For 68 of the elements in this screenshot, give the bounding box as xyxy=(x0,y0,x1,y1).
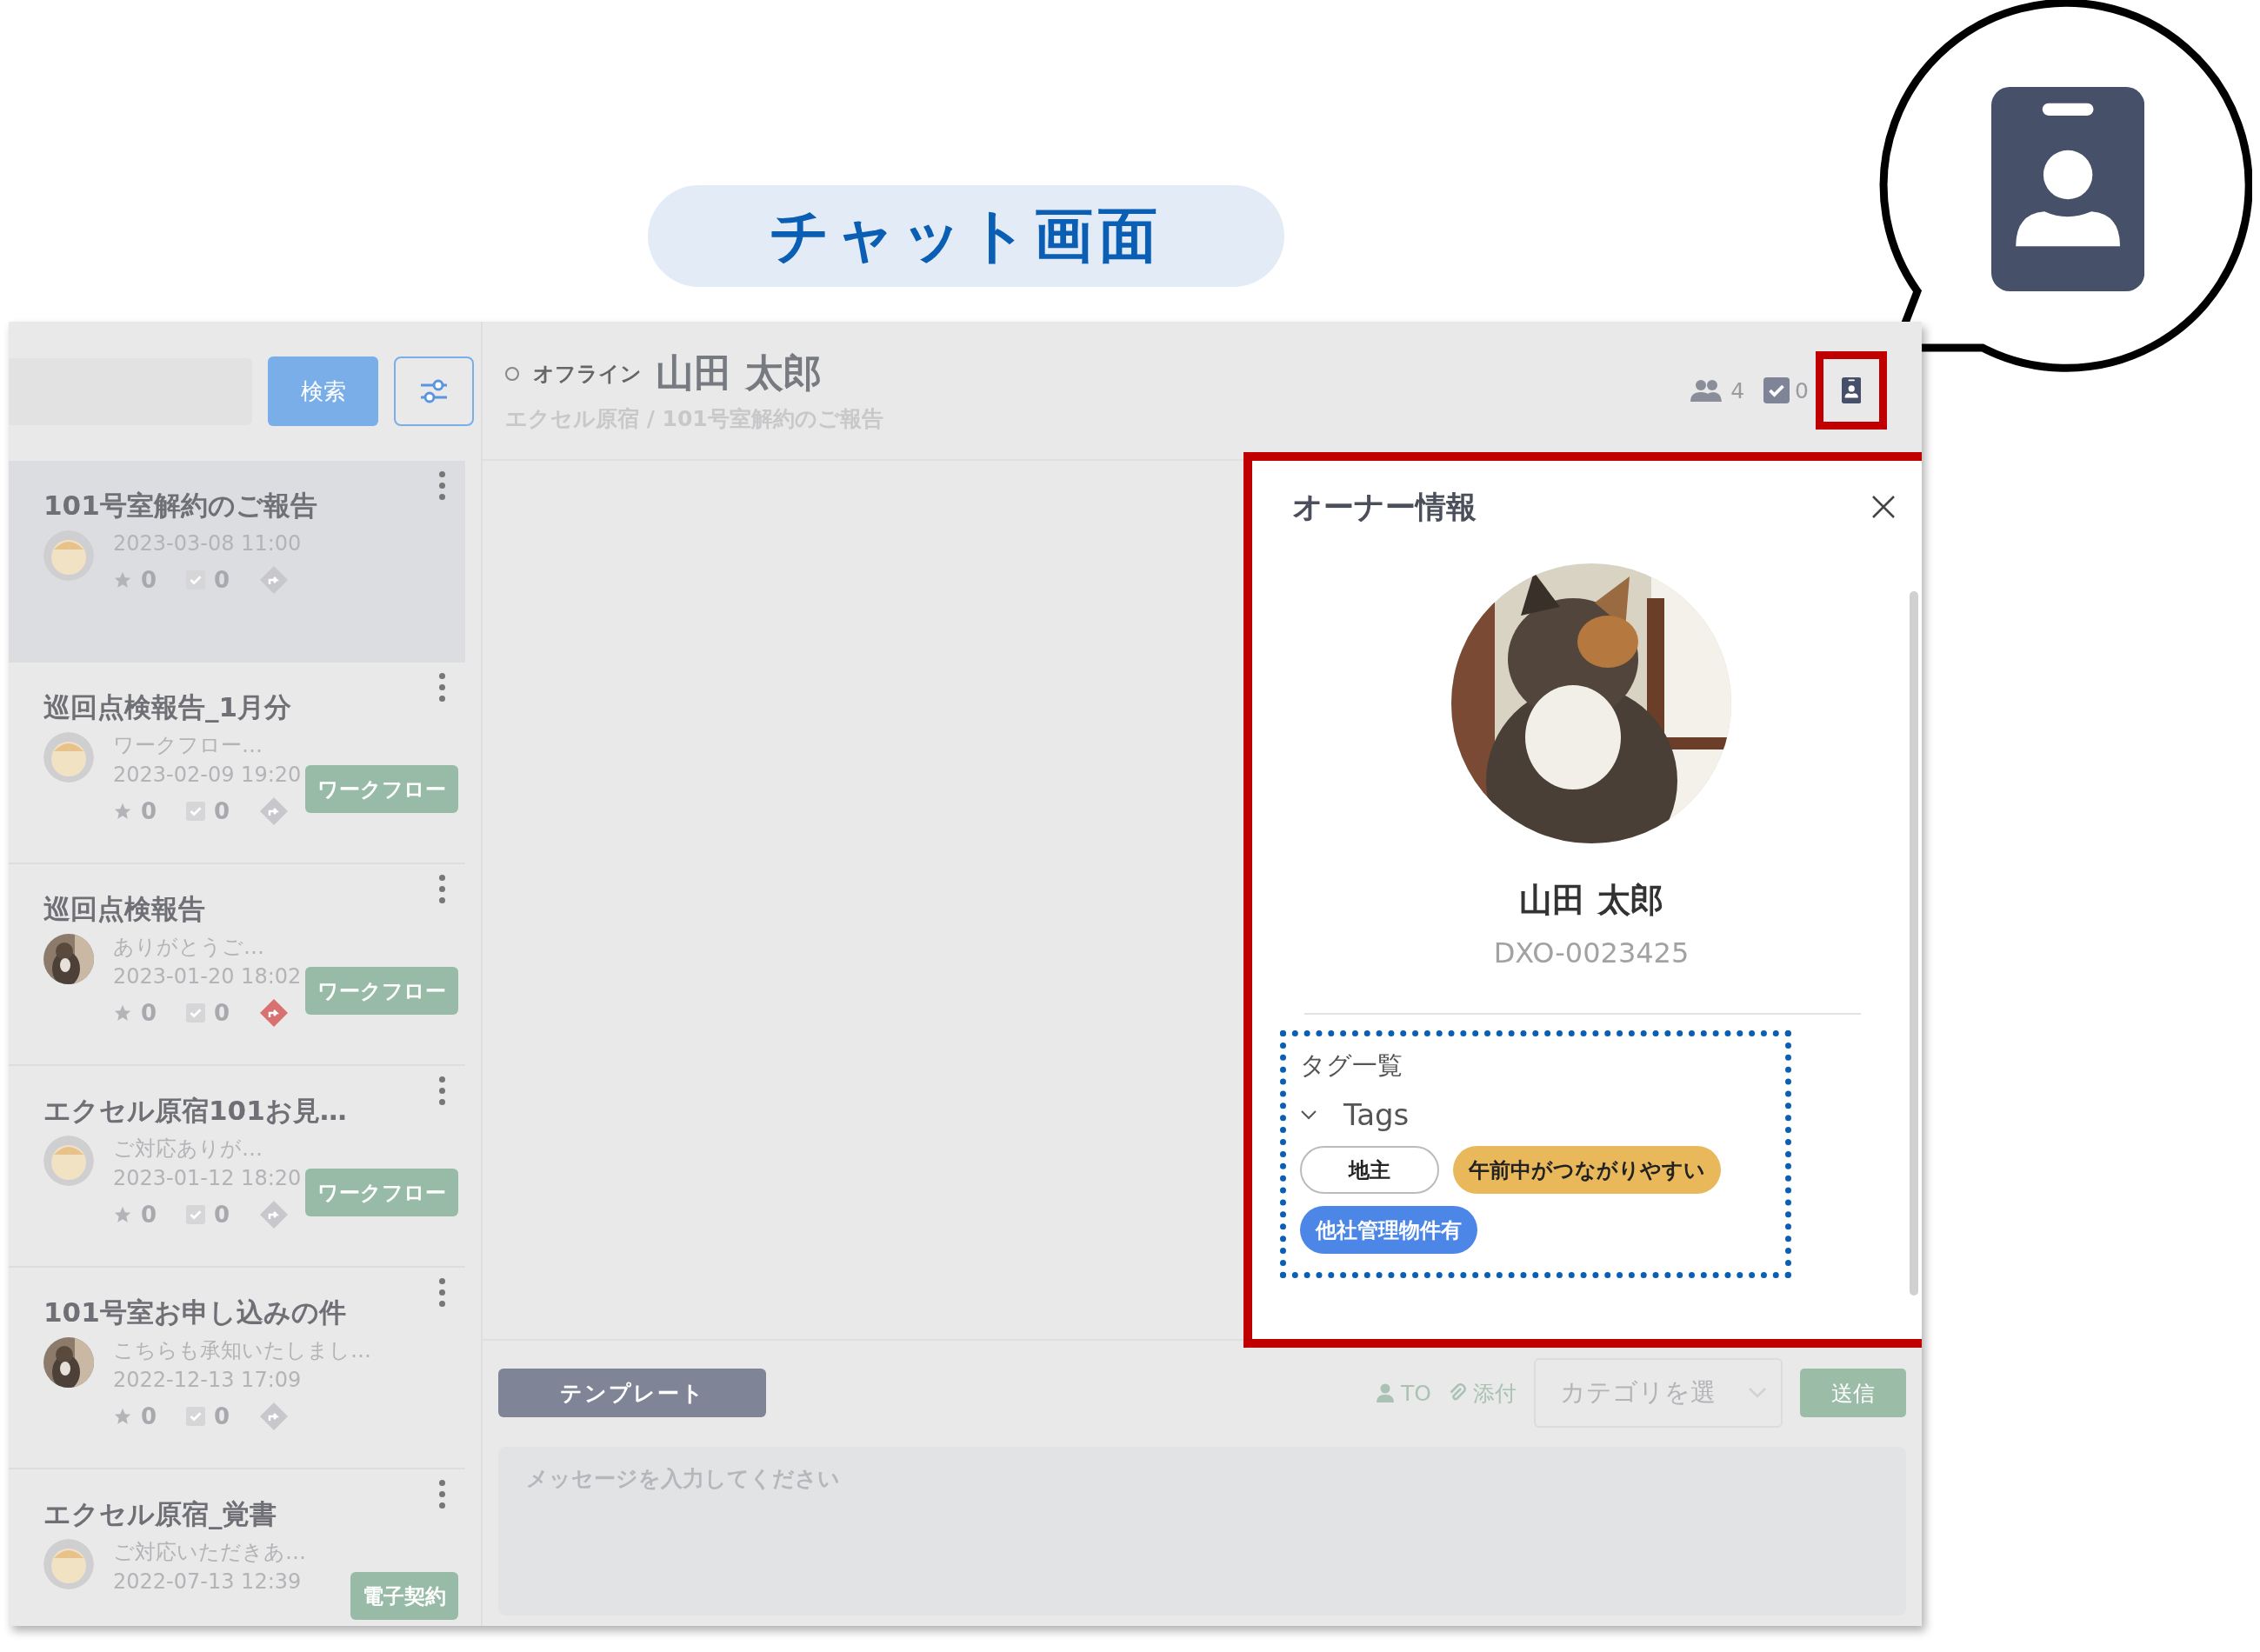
star-count: 0 xyxy=(141,1000,157,1026)
task-count: 0 xyxy=(1795,377,1809,403)
filter-button[interactable] xyxy=(394,356,474,426)
close-icon[interactable] xyxy=(1871,495,1896,519)
thread-title: 101号室解約のご報告 xyxy=(43,489,318,522)
star-count: 0 xyxy=(141,1202,157,1228)
to-link[interactable]: TO xyxy=(1377,1380,1431,1406)
people-icon xyxy=(1690,379,1723,402)
workflow-tag[interactable]: ワークフロー xyxy=(305,765,458,813)
star-icon xyxy=(113,1407,132,1426)
more-icon[interactable] xyxy=(437,673,446,702)
thread-title: 巡回点検報告 xyxy=(43,892,206,925)
avatar-icon xyxy=(43,732,94,783)
more-icon[interactable] xyxy=(437,875,446,903)
star-count: 0 xyxy=(141,798,157,824)
thread-title: エクセル原宿101お見… xyxy=(43,1094,348,1127)
thread-title: 巡回点検報告_1月分 xyxy=(43,690,293,723)
task-count: 0 xyxy=(214,1000,230,1026)
status-label: オフライン xyxy=(533,360,642,388)
star-count: 0 xyxy=(141,1403,157,1429)
paperclip-icon xyxy=(1449,1383,1466,1402)
task-count: 0 xyxy=(214,1202,230,1228)
thread-title: 101号室お申し込みの件 xyxy=(43,1296,347,1329)
checkbox-icon xyxy=(186,1407,206,1426)
section-label: タグ一覧 xyxy=(1300,1049,1403,1082)
avatar-icon xyxy=(43,1539,94,1589)
more-icon[interactable] xyxy=(437,1076,446,1105)
id-card-icon xyxy=(1991,87,2145,291)
more-icon[interactable] xyxy=(437,1278,446,1307)
member-count: 4 xyxy=(1730,377,1745,403)
checkbox-icon xyxy=(186,1003,206,1023)
star-icon xyxy=(113,802,132,821)
star-icon xyxy=(113,1205,132,1224)
star-icon xyxy=(113,570,132,590)
more-icon[interactable] xyxy=(437,471,446,500)
more-icon[interactable] xyxy=(437,1480,446,1509)
checkbox-icon xyxy=(1763,377,1790,403)
person-icon xyxy=(1377,1383,1395,1402)
tag: 地主 xyxy=(1300,1146,1439,1194)
sliders-icon xyxy=(419,378,449,404)
workflow-tag[interactable]: ワークフロー xyxy=(305,967,458,1015)
tags-group-toggle[interactable]: Tags xyxy=(1300,1097,1410,1132)
owner-name: 山田 太郎 xyxy=(1519,880,1663,921)
status-icon xyxy=(505,366,519,381)
task-count: 0 xyxy=(214,1403,230,1429)
owner-info-button[interactable] xyxy=(1816,351,1887,430)
checkbox-icon xyxy=(186,1205,206,1224)
checkbox-icon xyxy=(186,802,206,821)
screen-title: チャット画面 xyxy=(648,185,1284,287)
scrollbar[interactable] xyxy=(1910,591,1918,1296)
attach-link[interactable]: 添付 xyxy=(1449,1378,1517,1408)
search-button[interactable]: 検索 xyxy=(268,356,378,426)
workflow-tag[interactable]: 電子契約 xyxy=(350,1572,458,1620)
tag: 他社管理物件有 xyxy=(1300,1206,1477,1254)
thread-title: エクセル原宿_覚書 xyxy=(43,1497,277,1530)
contact-name: 山田 太郎 xyxy=(656,350,823,396)
task-count: 0 xyxy=(214,798,230,824)
star-icon xyxy=(113,1003,132,1023)
id-card-icon xyxy=(1841,377,1862,403)
template-button[interactable]: テンプレート xyxy=(498,1369,766,1417)
avatar-icon xyxy=(43,530,94,581)
owner-id: DXO-0023425 xyxy=(1493,936,1690,969)
tag: 午前中がつながりやすい xyxy=(1453,1146,1721,1194)
send-button[interactable]: 送信 xyxy=(1800,1369,1906,1417)
panel-title: オーナー情報 xyxy=(1292,488,1477,526)
checkbox-icon xyxy=(186,570,206,590)
workflow-tag[interactable]: ワークフロー xyxy=(305,1169,458,1216)
avatar-icon xyxy=(43,1136,94,1186)
